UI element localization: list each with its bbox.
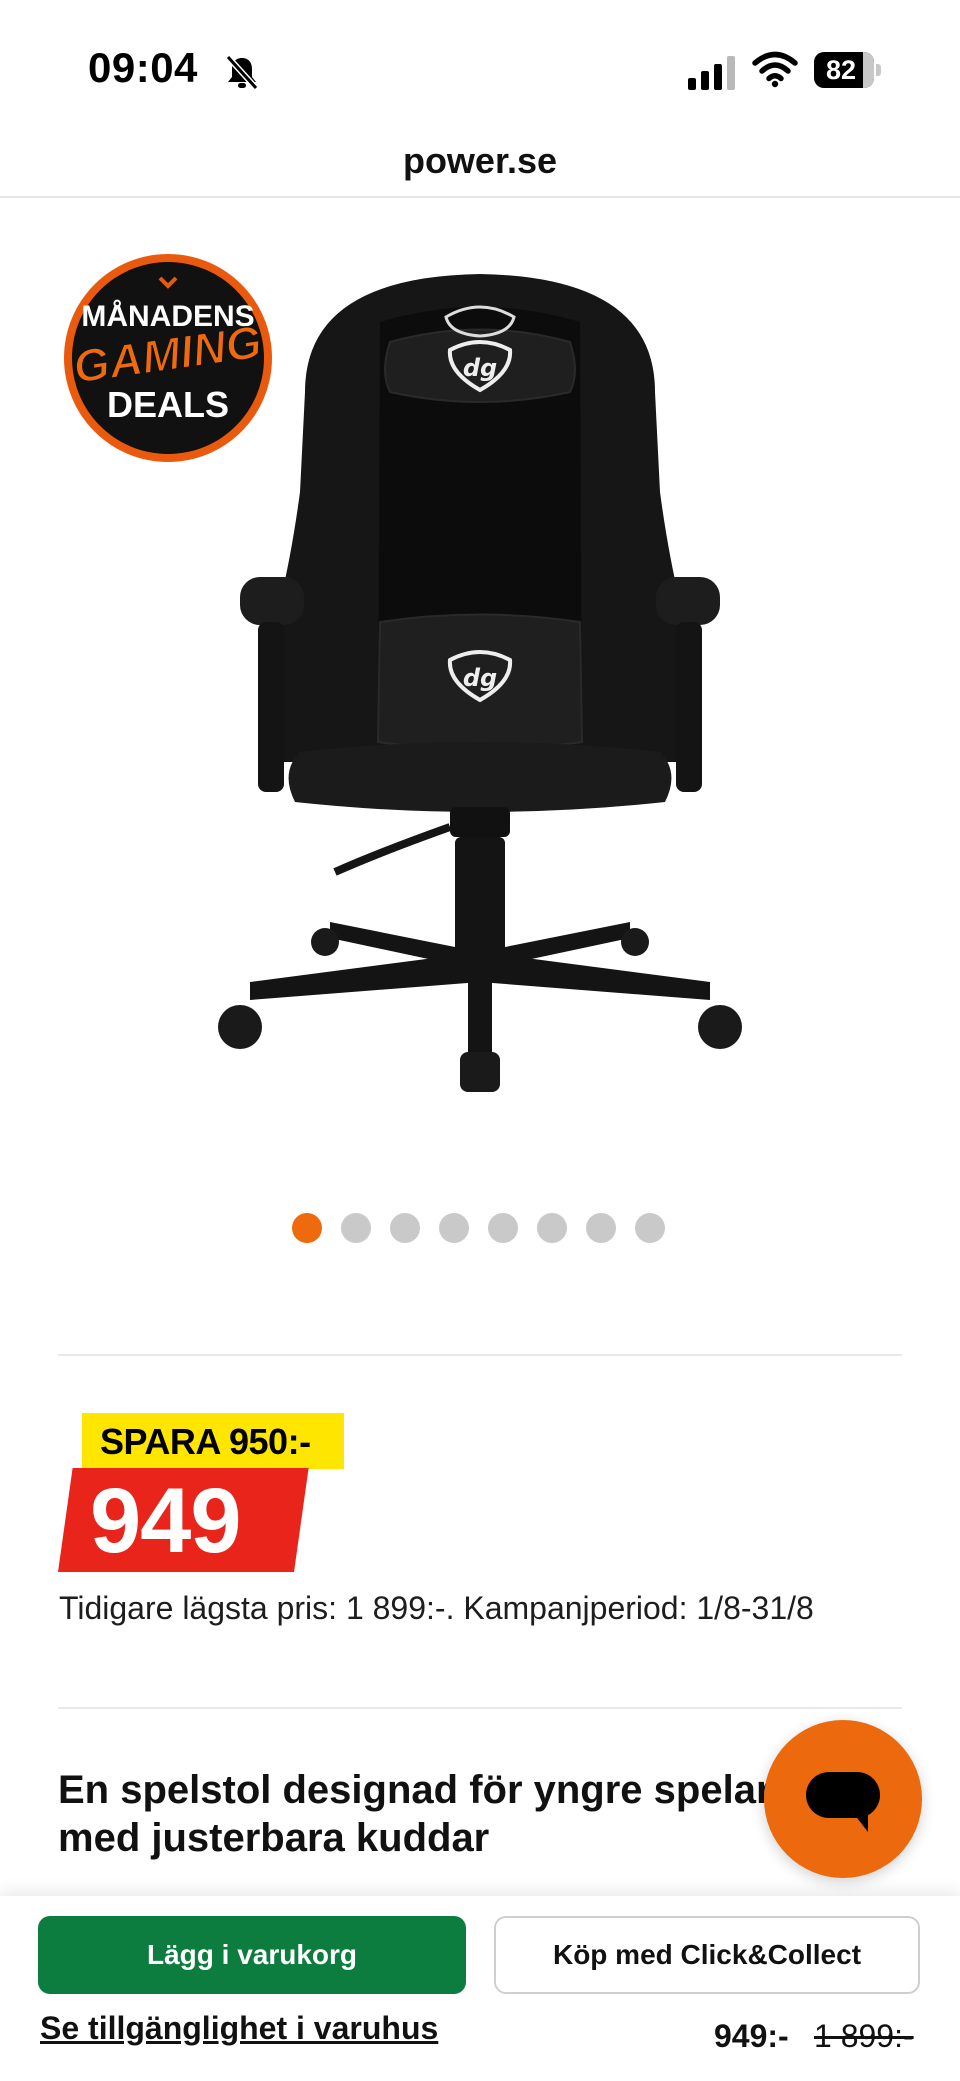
bell-slash-icon — [225, 54, 259, 91]
divider — [58, 1354, 902, 1356]
carousel-dot[interactable] — [537, 1213, 567, 1243]
battery-indicator: 82 — [814, 52, 881, 88]
status-time: 09:04 — [88, 44, 198, 91]
chair-logo-top: dg — [463, 354, 497, 382]
store-availability-link[interactable]: Se tillgänglighet i varuhus — [40, 2010, 438, 2047]
old-price: 1 899:- — [814, 2018, 914, 2054]
chat-button[interactable] — [764, 1720, 922, 1878]
chat-bubble-icon — [806, 1772, 880, 1832]
chair-logo-lumbar: dg — [463, 664, 497, 692]
carousel-dot[interactable] — [488, 1213, 518, 1243]
click-collect-button[interactable]: Köp med Click&Collect — [494, 1916, 920, 1994]
purchase-bar: Lägg i varukorg Köp med Click&Collect Se… — [0, 1896, 960, 2081]
carousel-dot[interactable] — [635, 1213, 665, 1243]
divider — [58, 1707, 902, 1709]
carousel-dot[interactable] — [292, 1213, 322, 1243]
address-bar[interactable]: power.se — [0, 130, 960, 198]
carousel-dot[interactable] — [341, 1213, 371, 1243]
add-to-cart-button[interactable]: Lägg i varukorg — [38, 1916, 466, 1994]
carousel-dots[interactable] — [292, 1213, 665, 1247]
savings-badge: SPARA 950:- — [82, 1413, 344, 1469]
product-image[interactable]: dg dg — [210, 262, 750, 1112]
price: 949 — [90, 1470, 241, 1572]
status-bar: 09:04 82 — [0, 0, 960, 130]
product-headline: En spelstol designad för yngre spelare m… — [58, 1768, 794, 1860]
carousel-dot[interactable] — [390, 1213, 420, 1243]
cellular-signal-icon — [688, 56, 735, 90]
url-text: power.se — [402, 140, 558, 181]
carousel-dot[interactable] — [586, 1213, 616, 1243]
wifi-icon — [752, 51, 798, 88]
battery-level-text: 82 — [825, 55, 857, 85]
carousel-dot[interactable] — [439, 1213, 469, 1243]
bottom-price: 949:- — [714, 2018, 789, 2054]
savings-text: SPARA 950:- — [100, 1421, 311, 1462]
price-info: Tidigare lägsta pris: 1 899:-. Kampanjpe… — [59, 1590, 814, 1626]
